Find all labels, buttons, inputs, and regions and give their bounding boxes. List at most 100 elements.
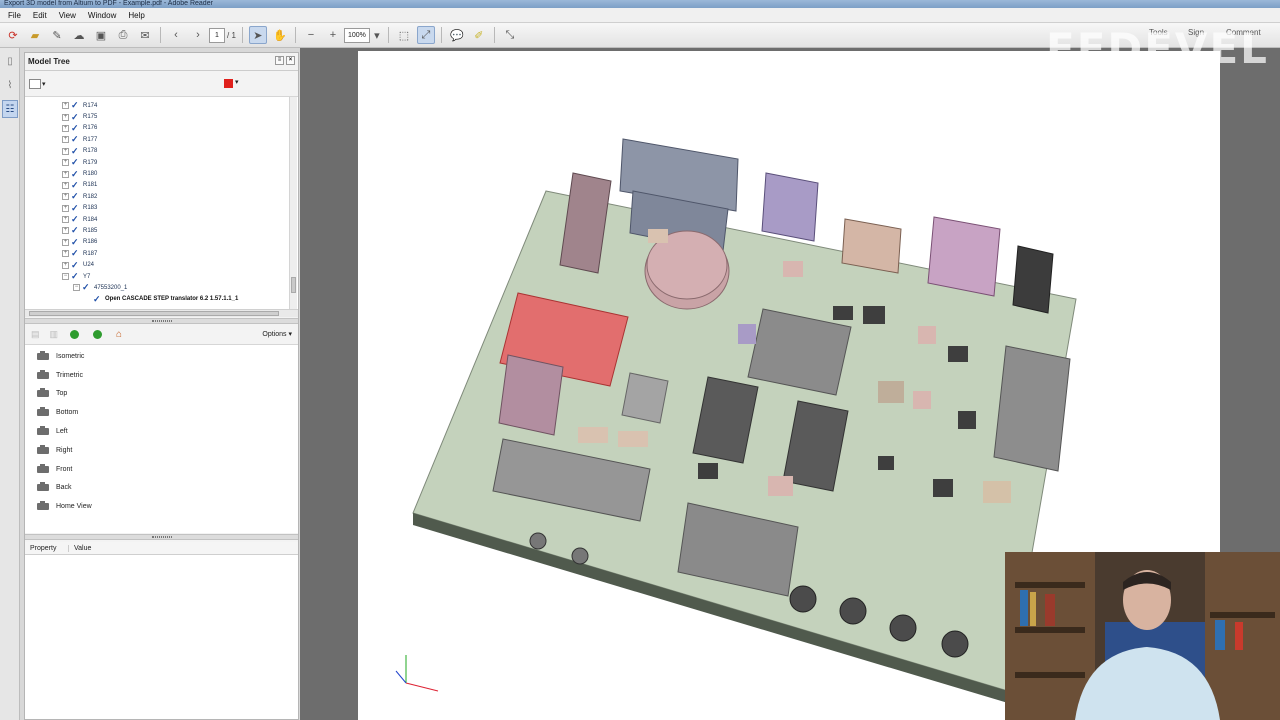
expand-toggle[interactable]: + (62, 227, 69, 235)
view-item-front[interactable]: Front (25, 460, 298, 479)
checkbox-checked-icon[interactable]: ✓ (93, 294, 102, 304)
tools-expand-button[interactable]: ⤡ (501, 26, 519, 44)
full-screen-button[interactable]: ⤢ (416, 26, 435, 44)
checkbox-checked-icon[interactable]: ✓ (71, 226, 80, 235)
part-color-button[interactable] (224, 79, 233, 88)
view-item-back[interactable]: Back (25, 479, 298, 498)
tree-item[interactable]: + ✓ R187 (25, 248, 298, 259)
tree-item[interactable]: + ✓ R179 (25, 157, 298, 168)
tree-options-dropdown[interactable]: ▾ (42, 80, 46, 88)
tree-item[interactable]: + ✓ R184 (25, 214, 298, 225)
email-button[interactable]: ✉ (136, 26, 154, 44)
menu-view[interactable]: View (53, 11, 82, 20)
print-button[interactable]: ⎙ (114, 26, 132, 44)
expand-toggle[interactable]: + (62, 124, 69, 132)
model-tree-panel-button[interactable]: ☷ (2, 100, 18, 118)
expand-toggle[interactable]: + (62, 261, 69, 269)
home-icon[interactable]: ⌂ (116, 329, 122, 340)
checkbox-checked-icon[interactable]: ✓ (71, 237, 80, 247)
share-button[interactable]: ☁ (70, 26, 88, 44)
tree-item[interactable]: + ✓ R182 (25, 191, 298, 202)
panel-splitter[interactable] (25, 318, 298, 324)
tree-item[interactable]: + ✓ R183 (25, 203, 298, 214)
expand-toggle[interactable]: + (62, 102, 69, 110)
view-item-left[interactable]: Left (25, 422, 298, 441)
menu-file[interactable]: File (2, 11, 27, 20)
panel-close-button[interactable]: × (286, 56, 295, 65)
view-item-top[interactable]: Top (25, 385, 298, 404)
expand-toggle[interactable]: + (62, 113, 69, 121)
next-page-button[interactable]: › (189, 26, 207, 44)
zoom-out-button[interactable]: − (302, 26, 320, 44)
collapse-toggle[interactable]: − (62, 273, 69, 281)
tree-item[interactable]: + ✓ R174 (25, 100, 298, 111)
delete-view-icon[interactable]: ▥ (50, 329, 59, 340)
collapse-toggle[interactable]: − (73, 284, 80, 292)
expand-toggle[interactable]: + (62, 250, 69, 258)
pages-panel-button[interactable]: ▯ (2, 52, 18, 70)
tree-item[interactable]: + ✓ R186 (25, 237, 298, 248)
panel-splitter[interactable] (25, 534, 298, 540)
checkbox-checked-icon[interactable]: ✓ (71, 135, 80, 144)
tree-item[interactable]: + ✓ U24 (25, 259, 298, 270)
tree-item[interactable]: − ✓ 47553200_1 (25, 282, 298, 293)
tree-vertical-scrollbar[interactable] (289, 97, 297, 309)
expand-toggle[interactable]: + (62, 170, 69, 178)
expand-toggle[interactable]: + (62, 136, 69, 144)
checkbox-checked-icon[interactable]: ✓ (71, 249, 80, 258)
checkbox-checked-icon[interactable]: ✓ (71, 272, 80, 281)
tree-item[interactable]: + ✓ R177 (25, 134, 298, 145)
view-item-isometric[interactable]: Isometric (25, 347, 298, 366)
edit-button[interactable]: ✎ (48, 26, 66, 44)
checkbox-checked-icon[interactable]: ✓ (71, 215, 80, 224)
checkbox-checked-icon[interactable]: ✓ (71, 123, 80, 133)
view-item-home[interactable]: Home View (25, 497, 298, 516)
previous-page-button[interactable]: ‹ (167, 26, 185, 44)
expand-toggle[interactable]: + (62, 216, 69, 224)
properties-column-property[interactable]: Property (25, 544, 69, 552)
properties-column-value[interactable]: Value (69, 545, 119, 552)
save-button[interactable]: ▣ (92, 26, 110, 44)
camera-add-icon[interactable]: ▤ (31, 329, 40, 340)
expand-toggle[interactable]: + (62, 147, 69, 155)
expand-toggle[interactable]: + (62, 193, 69, 201)
checkbox-checked-icon[interactable]: ✓ (71, 203, 80, 213)
select-tool-button[interactable]: ➤ (248, 26, 267, 44)
view-item-right[interactable]: Right (25, 441, 298, 460)
views-options-button[interactable]: Options ▾ (262, 330, 292, 338)
checkbox-checked-icon[interactable]: ✓ (82, 283, 91, 292)
tree-horizontal-scrollbar[interactable] (25, 309, 298, 317)
comment-button[interactable]: 💬 (448, 26, 466, 44)
hand-tool-button[interactable]: ✋ (271, 26, 289, 44)
highlight-button[interactable]: ✐ (470, 26, 488, 44)
attachments-panel-button[interactable]: ⌇ (2, 76, 18, 94)
tree-item[interactable]: + ✓ R178 (25, 146, 298, 157)
tree-item[interactable]: + ✓ R175 (25, 111, 298, 122)
menu-help[interactable]: Help (122, 11, 150, 20)
tree-options-button[interactable] (29, 78, 41, 89)
panel-options-button[interactable]: ≡ (275, 56, 284, 65)
tree-item[interactable]: + ✓ R181 (25, 180, 298, 191)
next-view-icon[interactable] (93, 330, 103, 339)
create-pdf-button[interactable]: ⟳ (4, 26, 22, 44)
checkbox-checked-icon[interactable]: ✓ (71, 158, 80, 167)
menu-edit[interactable]: Edit (27, 11, 53, 20)
checkbox-checked-icon[interactable]: ✓ (71, 101, 80, 110)
checkbox-checked-icon[interactable]: ✓ (71, 146, 80, 156)
menu-window[interactable]: Window (82, 11, 122, 20)
open-button[interactable]: ▰ (26, 26, 44, 44)
tree-item[interactable]: + ✓ R180 (25, 168, 298, 179)
checkbox-checked-icon[interactable]: ✓ (71, 112, 80, 122)
view-item-bottom[interactable]: Bottom (25, 403, 298, 422)
scrollbar-thumb[interactable] (29, 311, 279, 316)
expand-toggle[interactable]: + (62, 204, 69, 212)
page-number-input[interactable]: 1 (209, 27, 225, 43)
fit-page-button[interactable]: ⬚ (395, 26, 413, 44)
tree-item[interactable]: + ✓ R176 (25, 123, 298, 134)
tree-item[interactable]: + ✓ R185 (25, 225, 298, 236)
checkbox-checked-icon[interactable]: ✓ (71, 192, 80, 201)
tree-item[interactable]: ✓ Open CASCADE STEP translator 6.2 1.57.… (25, 294, 298, 305)
zoom-dropdown-button[interactable]: ▾ (372, 26, 382, 44)
zoom-in-button[interactable]: + (324, 26, 342, 44)
expand-toggle[interactable]: + (62, 159, 69, 167)
